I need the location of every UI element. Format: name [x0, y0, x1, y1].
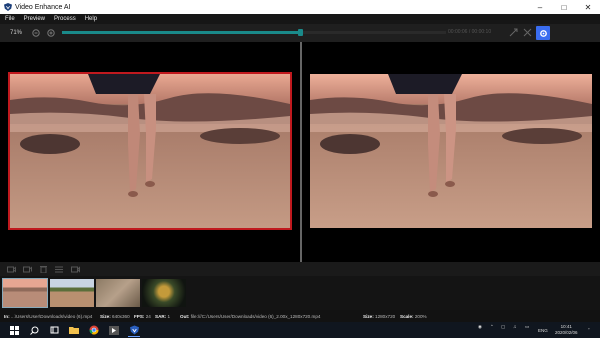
close-icon[interactable]: ✕ [576, 0, 600, 14]
video-enhance-taskbar-icon[interactable] [128, 324, 140, 337]
time-readout: 00:00:06 / 00:00:10 [448, 29, 492, 35]
network-icon[interactable]: ▢ [501, 324, 505, 330]
fps-label: FPS: [134, 313, 145, 319]
windows-start-icon[interactable] [8, 324, 20, 336]
output-label: Out: [180, 313, 190, 319]
notifications-icon[interactable]: ▫ [588, 326, 590, 331]
system-clock[interactable]: 10:41 2020/02/06 [555, 324, 578, 336]
app-window: Video Enhance AI – □ ✕ File Preview Proc… [0, 0, 600, 338]
video-camera-icon[interactable] [70, 265, 80, 273]
window-title: Video Enhance AI [15, 3, 71, 11]
thumbnail-video-3[interactable] [96, 279, 140, 307]
input-label: In: [4, 313, 10, 319]
menu-bar: File Preview Process Help [0, 14, 600, 24]
file-explorer-icon[interactable] [68, 324, 80, 336]
windows-taskbar: ◉ ⌃ ▢ ♫ ▭ ENG 10:41 2020/02/06 ▫ [0, 322, 600, 338]
list-icon[interactable] [54, 265, 64, 273]
timeline-handle[interactable] [298, 29, 304, 36]
input-path: ...\Users\User\Downloads\video (6).mp4 [10, 313, 93, 319]
split-view-icon[interactable] [508, 27, 518, 37]
media-app-icon[interactable] [108, 324, 120, 336]
title-bar: Video Enhance AI – □ ✕ [0, 0, 600, 14]
task-view-icon[interactable] [48, 324, 60, 336]
thumbnail-video-1[interactable] [2, 278, 48, 308]
status-bar: In: ...\Users\User\Downloads\video (6).m… [0, 310, 600, 322]
menu-file[interactable]: File [5, 16, 15, 22]
clock-date: 2020/02/06 [555, 330, 578, 335]
timeline-progress [62, 31, 301, 34]
playback-controls [0, 262, 600, 276]
sar-label: SAR: [155, 313, 167, 319]
input-size: 640x360 [112, 313, 130, 319]
maximize-icon[interactable]: □ [552, 0, 576, 14]
gear-icon [539, 29, 547, 37]
settings-button[interactable] [536, 26, 550, 40]
sar-value: 1 [167, 313, 171, 319]
people-icon[interactable]: ◉ [478, 324, 482, 330]
search-icon[interactable] [28, 324, 40, 336]
scale-value: 200% [414, 313, 427, 319]
tray-chevron-icon[interactable]: ⌃ [490, 324, 494, 330]
volume-icon[interactable]: ♫ [513, 324, 516, 329]
output-path: file:///C:/Users/User/Downloads/video (6… [190, 313, 321, 319]
input-size-label: Size: [100, 313, 111, 319]
video-export-icon[interactable] [22, 265, 32, 273]
menu-preview[interactable]: Preview [24, 16, 45, 22]
output-size: 1280x720 [375, 313, 396, 319]
chrome-icon[interactable] [88, 324, 100, 336]
expand-icon[interactable] [522, 27, 532, 37]
trash-icon[interactable] [38, 265, 48, 273]
split-divider[interactable] [300, 42, 302, 262]
scale-label: Scale: [400, 313, 414, 319]
battery-icon[interactable]: ▭ [525, 324, 529, 330]
menu-help[interactable]: Help [85, 16, 97, 22]
minimize-icon[interactable]: – [528, 0, 552, 14]
enhanced-frame-image [310, 74, 592, 228]
zoom-in-icon[interactable] [46, 28, 56, 38]
selection-highlight [8, 72, 292, 230]
thumbnail-strip [0, 276, 600, 310]
fps-value: 24 [145, 313, 151, 319]
thumbnail-video-2[interactable] [50, 279, 94, 307]
camera-icon[interactable] [6, 265, 16, 273]
thumbnail-video-4[interactable] [142, 279, 186, 307]
language-indicator[interactable]: ENG [538, 328, 548, 333]
app-logo-icon [4, 3, 12, 11]
timeline-slider[interactable] [62, 29, 446, 36]
zoom-out-icon[interactable] [31, 28, 41, 38]
output-size-label: Size: [363, 313, 374, 319]
zoom-level[interactable]: 71% [10, 30, 26, 36]
menu-process[interactable]: Process [54, 16, 76, 22]
